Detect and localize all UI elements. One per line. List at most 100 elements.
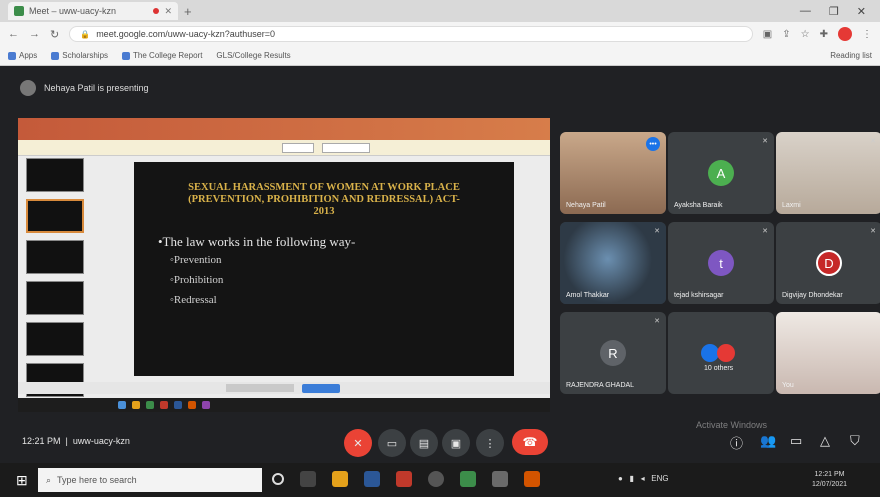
mic-off-icon: ✕ [762,138,768,145]
participant-tile[interactable]: ✕ t tejad kshirsagar [668,222,774,304]
leave-call-button[interactable]: ☎ [512,429,548,455]
slide-thumbnail-active[interactable] [26,199,84,233]
others-avatar [717,344,735,362]
windows-start-icon[interactable]: ⊞ [16,472,28,489]
forward-icon[interactable]: → [29,28,40,40]
bookmark-favicon-icon [51,51,60,60]
weather-icon: ● [618,474,623,483]
captions-icon: ▤ [418,437,430,450]
taskbar-clock[interactable]: 12:21 PM 12/07/2021 [812,470,847,490]
taskbar-app-icon[interactable] [492,471,508,487]
new-tab-icon[interactable]: + [184,4,192,19]
bookmark-1[interactable]: Scholarships [51,51,108,60]
profile-avatar[interactable] [838,27,852,41]
status-button[interactable] [302,384,340,393]
participant-tile-others[interactable]: 10 others [668,312,774,394]
share-icon[interactable]: ⇪ [782,29,790,40]
file-explorer-icon[interactable] [332,471,348,487]
shared-screen[interactable]: Sexual Harassment of Women at Work Place… [18,118,550,412]
camera-permission-icon[interactable]: ▣ [763,29,772,40]
mic-off-icon: ✕ [353,437,363,450]
taskbar-app-icon[interactable] [524,471,540,487]
extensions-icon[interactable]: ✚ [820,29,828,40]
back-icon[interactable]: ← [8,28,19,40]
participant-name: Laxmi [782,202,801,209]
participant-tile[interactable]: ••• Nehaya Patil [560,132,666,214]
language-indicator: ENG [651,474,669,483]
shared-taskbar-icon [146,401,154,409]
participant-name: Nehaya Patil [566,202,606,209]
host-controls-icon[interactable]: ⛉ [850,433,860,449]
captions-button[interactable]: ▤ [410,429,438,457]
taskbar-search[interactable]: ⌕ Type here to search [38,468,262,492]
cortana-icon[interactable] [272,473,284,485]
restore-icon[interactable]: ❐ [829,5,839,18]
participant-name: You [782,382,794,389]
participant-name: Digvijay Dhondekar [782,292,843,299]
slide-sub-item: ◦Prevention [170,254,222,266]
browser-tab-bar: Meet – uww-uacy-kzn ✕ + — ❐ ✕ [0,0,880,22]
participant-tile[interactable]: ✕ D Digvijay Dhondekar [776,222,880,304]
system-tray[interactable]: ● ▮ ◂ ENG [618,474,669,483]
shared-taskbar-icon [118,401,126,409]
participant-avatar: D [816,250,842,276]
slide-thumbnail[interactable] [26,322,84,356]
shared-taskbar-icon [174,401,182,409]
slide-thumbnail[interactable] [26,240,84,274]
participant-avatar: t [708,250,734,276]
ppt-title-bar [18,118,550,140]
powerpoint-icon[interactable] [396,471,412,487]
url-text: meet.google.com/uww-uacy-kzn?authuser=0 [96,29,276,39]
lock-icon: 🔒 [80,29,91,39]
reload-icon[interactable]: ↻ [50,28,59,41]
slide-thumbnails [26,158,96,402]
slide-bullet: •The law works in the following way- [158,234,356,249]
close-window-icon[interactable]: ✕ [857,5,866,18]
bookmark-apps[interactable]: Apps [8,51,37,60]
more-vert-icon: ⋮ [484,437,496,450]
mic-toggle-button[interactable]: ✕ [344,429,372,457]
screen-root: Meet – uww-uacy-kzn ✕ + — ❐ ✕ ← → ↻ 🔒 me… [0,0,880,497]
meeting-clock: 12:21 PM | uww-uacy-kzn [22,436,130,446]
participant-tile[interactable]: ✕ A Ayaksha Baraik [668,132,774,214]
camera-toggle-button[interactable]: ▭ [378,429,406,457]
chrome-icon[interactable] [428,471,444,487]
slide-sub-item: ◦Prohibition [170,274,224,286]
mic-off-icon: ✕ [654,318,660,325]
search-icon: ⌕ [46,474,52,485]
presenting-text: Nehaya Patil is presenting [44,83,149,93]
chat-icon[interactable]: ▭ [790,433,802,449]
info-icon[interactable]: ⓘ [730,433,743,452]
close-tab-icon[interactable]: ✕ [164,6,172,17]
taskbar-app-icon[interactable] [460,471,476,487]
participant-tile-self[interactable]: You [776,312,880,394]
menu-kebab-icon[interactable]: ⋮ [862,29,872,40]
more-options-button[interactable]: ⋮ [476,429,504,457]
bookmarks-bar: Apps Scholarships The College Report GLS… [0,46,880,66]
url-field[interactable]: 🔒 meet.google.com/uww-uacy-kzn?authuser=… [69,26,753,42]
browser-tab[interactable]: Meet – uww-uacy-kzn ✕ [8,2,178,20]
presenter-banner: Nehaya Patil is presenting [20,80,149,96]
mic-off-icon: ✕ [870,138,876,145]
task-view-icon[interactable] [300,471,316,487]
reading-list[interactable]: Reading list [830,51,872,60]
people-icon[interactable]: 👥 [760,433,776,449]
status-text-block [226,384,294,392]
hangup-icon: ☎ [522,435,538,449]
participant-tile[interactable]: ✕ R RAJENDRA GHADAL [560,312,666,394]
present-button[interactable]: ▣ [442,429,470,457]
bookmark-3[interactable]: GLS/College Results [216,51,290,60]
participant-tile[interactable]: ✕ Laxmi [776,132,880,214]
mic-off-icon: ✕ [870,228,876,235]
bookmark-2[interactable]: The College Report [122,51,202,60]
more-options-icon[interactable]: ••• [646,137,660,151]
present-icon: ▣ [450,437,462,450]
minimize-icon[interactable]: — [800,5,811,18]
star-icon[interactable]: ☆ [801,29,810,40]
activities-icon[interactable]: △ [820,433,830,449]
participant-tile[interactable]: ✕ Amol Thakkar [560,222,666,304]
slide-thumbnail[interactable] [26,158,84,192]
word-icon[interactable] [364,471,380,487]
slide-thumbnail[interactable] [26,281,84,315]
ppt-ribbon [18,140,550,156]
